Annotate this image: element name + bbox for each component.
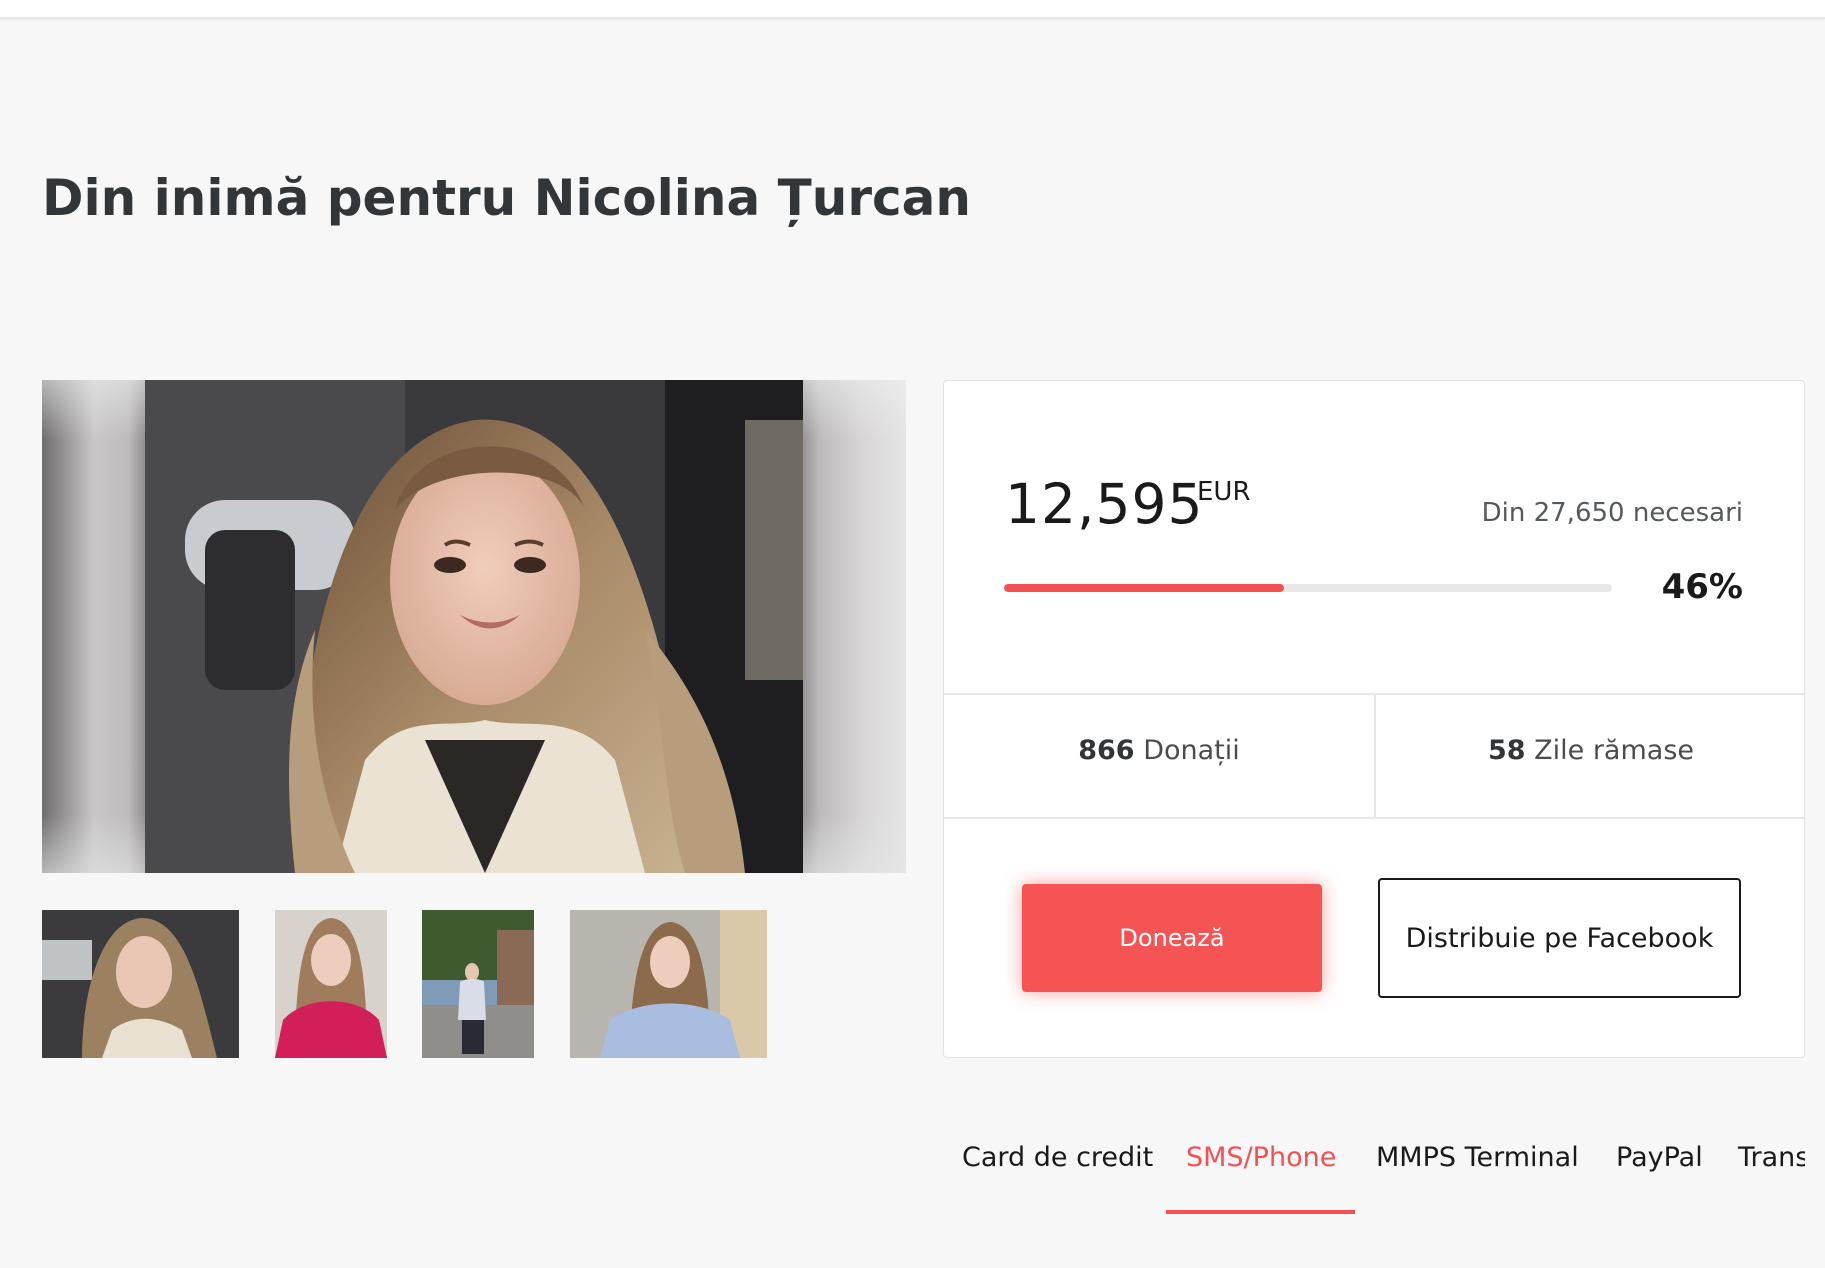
tab-paypal[interactable]: PayPal (1616, 1138, 1703, 1178)
thumbnail-4[interactable] (570, 910, 767, 1058)
active-tab-indicator (1166, 1210, 1355, 1214)
progress-percent: 46% (1661, 567, 1743, 607)
payment-method-tabs: Card de credit SMS/Phone MMPS Terminal P… (943, 1120, 1805, 1220)
goal-text: Din 27,650 necesari (1481, 498, 1743, 528)
thumbnail-1[interactable] (42, 910, 239, 1058)
tab-sms-phone[interactable]: SMS/Phone (1186, 1138, 1336, 1178)
page-title: Din inimă pentru Nicolina Țurcan (42, 169, 971, 227)
donations-stat: 866 Donații (944, 731, 1374, 771)
days-left-label: Zile rămase (1534, 735, 1695, 766)
days-left-count: 58 (1487, 735, 1526, 766)
donate-button[interactable]: Donează (1022, 884, 1322, 992)
donations-label: Donații (1143, 735, 1240, 766)
thumbnail-1-image (42, 910, 239, 1058)
donation-card: 12,595 EUR Din 27,650 necesari 46% 866 D… (943, 380, 1805, 1058)
donations-count: 866 (1078, 735, 1135, 766)
tab-transfer[interactable]: Trans (1738, 1138, 1805, 1178)
main-photo[interactable] (42, 380, 906, 873)
main-photo-image (145, 380, 803, 873)
days-left-stat: 58 Zile rămase (1376, 731, 1806, 771)
thumbnail-2[interactable] (275, 910, 387, 1058)
tab-mmps-terminal[interactable]: MMPS Terminal (1376, 1138, 1579, 1178)
thumbnail-3[interactable] (422, 910, 534, 1058)
progress-bar (1004, 584, 1612, 592)
top-header-bar (0, 0, 1825, 19)
divider (944, 817, 1804, 819)
currency-label: EUR (1197, 477, 1251, 507)
tab-card-de-credit[interactable]: Card de credit (962, 1138, 1153, 1178)
thumbnail-4-image (570, 910, 767, 1058)
progress-bar-fill (1004, 584, 1284, 592)
raised-amount: 12,595 (1005, 472, 1204, 536)
thumbnail-2-image (275, 910, 387, 1058)
share-facebook-button[interactable]: Distribuie pe Facebook (1378, 878, 1741, 998)
thumbnail-3-image (422, 910, 534, 1058)
